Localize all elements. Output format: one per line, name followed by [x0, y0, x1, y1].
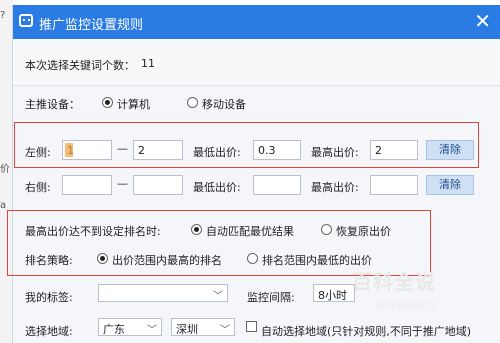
selection-summary: 本次选择关键词个数： 11 [13, 39, 500, 86]
right-rank-to-input[interactable] [133, 175, 183, 195]
right-clear-button[interactable]: 清除 [426, 175, 474, 195]
strategy-highest-rank-radio[interactable] [97, 253, 108, 264]
background-text: ? [0, 10, 6, 21]
region-label: 选择地域: [25, 325, 73, 338]
strategy-highest-rank-label[interactable]: 出价范围内最高的排名 [112, 252, 222, 268]
app-logo-icon [19, 14, 33, 27]
strategy-lowest-bid-radio[interactable] [247, 253, 258, 264]
left-max-bid-label: 最高出价: [311, 146, 359, 159]
province-select[interactable]: 广东 ﹀ [98, 318, 162, 336]
interval-select[interactable]: 8小时 [313, 284, 355, 302]
device-mobile-radio[interactable] [187, 97, 198, 108]
fallback-restore-label[interactable]: 恢复原出价 [336, 223, 391, 239]
left-clear-button[interactable]: 清除 [426, 140, 474, 160]
tags-select[interactable]: ﹀ [98, 284, 228, 302]
interval-label: 监控间隔: [247, 291, 295, 304]
right-max-bid-input[interactable] [370, 175, 418, 195]
auto-region-checkbox[interactable] [246, 321, 257, 332]
interval-value: 8小时 [318, 289, 347, 302]
fallback-auto-label[interactable]: 自动匹配最优结果 [206, 223, 294, 239]
chevron-down-icon: ﹀ [213, 291, 223, 302]
background-text: 价 [0, 164, 10, 175]
city-value: 深圳 [176, 323, 198, 336]
title-bar[interactable]: 推广监控设置规则 ✕ [13, 5, 500, 39]
chevron-down-icon: ﹀ [147, 325, 157, 336]
device-computer-label[interactable]: 计算机 [117, 96, 150, 112]
watermark-subtitle: 助你轻松解决 [376, 301, 436, 312]
device-computer-radio[interactable] [102, 97, 113, 108]
right-max-bid-label: 最高出价: [311, 181, 359, 194]
fallback-label: 最高出价达不到设定排名时: [25, 225, 161, 238]
left-min-bid-label: 最低出价: [193, 146, 241, 159]
keyword-count-value: 11 [141, 57, 155, 70]
fallback-restore-radio[interactable] [321, 224, 332, 235]
dialog-title: 推广监控设置规则 [39, 18, 144, 33]
range-dash: — [117, 142, 128, 155]
device-mobile-label[interactable]: 移动设备 [202, 96, 246, 112]
province-value: 广东 [103, 323, 125, 336]
background-text: a [0, 200, 7, 211]
right-min-bid-input[interactable] [253, 175, 301, 195]
close-button[interactable]: ✕ [474, 10, 491, 32]
left-min-bid-input[interactable]: 0.3 [253, 140, 301, 160]
device-label: 主推设备： [25, 98, 80, 111]
chevron-down-icon: ﹀ [220, 325, 230, 336]
range-dash: — [117, 177, 128, 190]
auto-region-label[interactable]: 自动选择地域(只针对规则,不同于推广地域) [261, 323, 471, 339]
left-side-label: 左侧: [25, 146, 51, 159]
strategy-label: 排名策略: [25, 254, 73, 267]
right-side-label: 右侧: [25, 181, 51, 194]
right-min-bid-label: 最低出价: [193, 181, 241, 194]
fallback-auto-radio[interactable] [191, 224, 202, 235]
tags-label: 我的标签: [25, 291, 73, 304]
text-cursor-highlight [65, 143, 73, 157]
keyword-count-label: 本次选择关键词个数： [25, 59, 135, 72]
left-max-bid-input[interactable]: 2 [370, 140, 418, 160]
city-select[interactable]: 深圳 ﹀ [171, 318, 235, 336]
left-rank-to-input[interactable]: 2 [133, 140, 183, 160]
right-rank-from-input[interactable] [62, 175, 112, 195]
watermark-title: 百科全说 [352, 270, 436, 294]
